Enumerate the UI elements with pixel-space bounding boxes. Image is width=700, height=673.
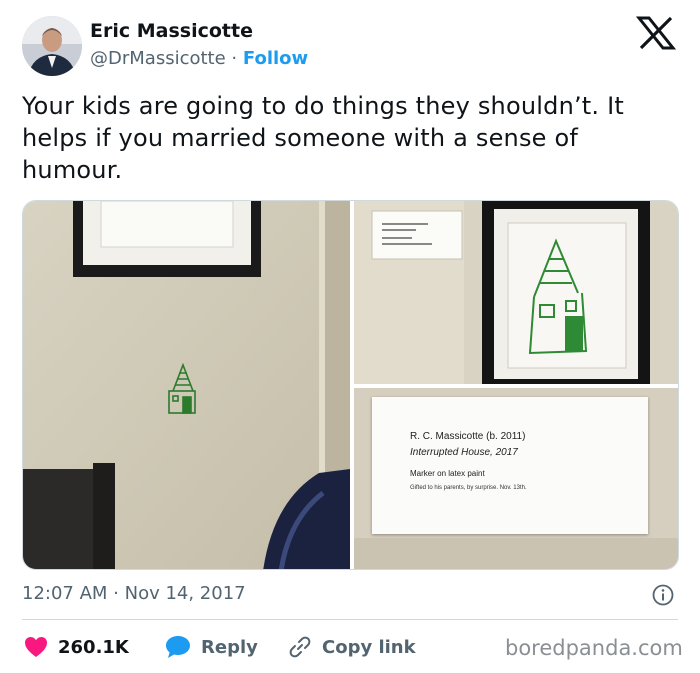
placard-artist: R. C. Massicotte (b. 2011) [410, 431, 526, 442]
info-icon[interactable] [652, 584, 674, 606]
reply-label: Reply [201, 636, 258, 658]
photo-framed-drawing[interactable] [354, 201, 678, 384]
copy-link-button[interactable]: Copy link [288, 634, 416, 660]
tweet-card: Eric Massicotte @DrMassicotte · Follow Y… [0, 0, 700, 673]
artwork-placard: R. C. Massicotte (b. 2011) Interrupted H… [372, 397, 648, 534]
tweet-timestamp[interactable]: 12:07 AM · Nov 14, 2017 [22, 583, 246, 604]
like-count: 260.1K [58, 636, 129, 658]
heart-icon [24, 636, 48, 658]
x-logo-icon[interactable] [635, 16, 677, 50]
photo-wall-drawing[interactable] [23, 201, 350, 569]
avatar[interactable] [22, 16, 82, 76]
author-handle-row: @DrMassicotte · Follow [90, 48, 308, 69]
placard-title: Interrupted House, 2017 [410, 447, 518, 458]
speech-bubble-icon [165, 635, 191, 659]
tweet-text: Your kids are going to do things they sh… [22, 92, 624, 184]
placard-note: Gifted to his parents, by surprise. Nov.… [410, 485, 527, 491]
media-grid[interactable]: R. C. Massicotte (b. 2011) Interrupted H… [22, 200, 679, 570]
separator: · [231, 48, 238, 69]
author-handle[interactable]: @DrMassicotte [90, 48, 226, 69]
author-name[interactable]: Eric Massicotte [90, 20, 253, 42]
divider [22, 619, 678, 620]
like-button[interactable]: 260.1K [24, 634, 129, 660]
copy-link-label: Copy link [322, 636, 416, 658]
placard-medium: Marker on latex paint [410, 469, 485, 478]
follow-button[interactable]: Follow [243, 48, 308, 69]
link-icon [288, 635, 312, 659]
watermark: boredpanda.com [505, 636, 683, 660]
photo-placard[interactable]: R. C. Massicotte (b. 2011) Interrupted H… [354, 388, 678, 569]
reply-button[interactable]: Reply [165, 634, 258, 660]
